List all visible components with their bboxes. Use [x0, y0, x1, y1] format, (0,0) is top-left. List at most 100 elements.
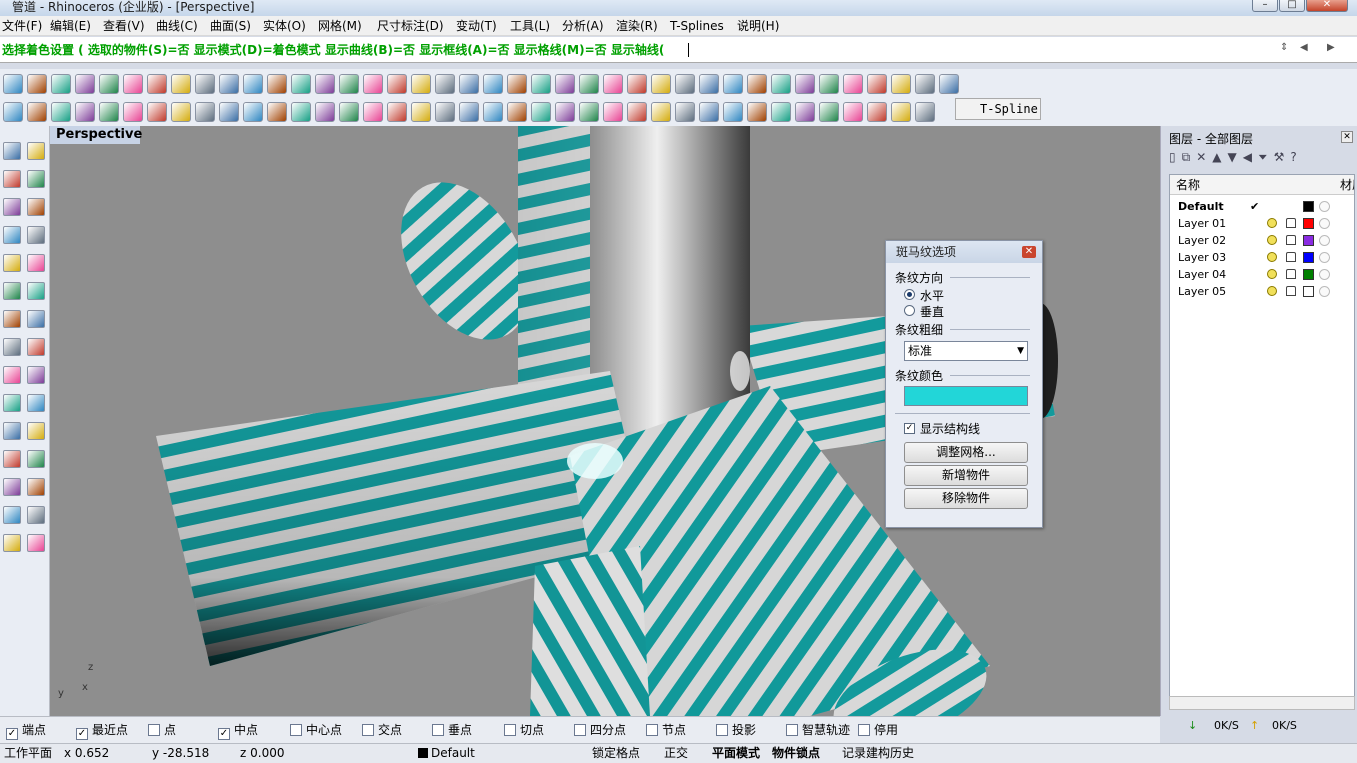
toolbar-tool-icon[interactable]: [603, 102, 623, 122]
filter-icon[interactable]: ⏷: [1258, 150, 1274, 164]
osnap-option[interactable]: 点: [148, 723, 176, 737]
toolbar-tool-icon[interactable]: [867, 102, 887, 122]
grid-snap-toggle[interactable]: 锁定格点: [592, 744, 640, 763]
scroll-left-icon[interactable]: ◀: [1300, 42, 1308, 53]
left-toolbar-tool-icon[interactable]: [27, 394, 45, 412]
unlock-icon[interactable]: [1286, 252, 1296, 262]
column-material[interactable]: 材质: [1340, 175, 1354, 195]
toolbar-tool-icon[interactable]: [675, 102, 695, 122]
tools-icon[interactable]: ⚒: [1274, 150, 1291, 164]
material-icon[interactable]: [1319, 201, 1330, 212]
toolbar-tool-icon[interactable]: [651, 74, 671, 94]
radio-vertical[interactable]: [904, 305, 915, 316]
light-bulb-icon[interactable]: [1267, 218, 1277, 228]
toolbar-tool-icon[interactable]: [603, 74, 623, 94]
osnap-option[interactable]: 智慧轨迹: [786, 723, 850, 737]
toolbar-tool-icon[interactable]: [3, 102, 23, 122]
osnap-checkbox[interactable]: ✓: [218, 728, 230, 740]
left-toolbar-tool-icon[interactable]: [3, 450, 21, 468]
toolbar-tool-icon[interactable]: [75, 102, 95, 122]
toolbar-tool-icon[interactable]: [171, 102, 191, 122]
new-layer-icon[interactable]: ▯: [1169, 150, 1182, 164]
cplane-label[interactable]: 工作平面: [4, 744, 52, 763]
toolbar-tool-icon[interactable]: [51, 102, 71, 122]
toolbar-tool-icon[interactable]: [3, 74, 23, 94]
menu-view[interactable]: 查看(V): [103, 18, 145, 34]
osnap-checkbox[interactable]: [148, 724, 160, 736]
osnap-checkbox[interactable]: [646, 724, 658, 736]
material-icon[interactable]: [1319, 252, 1330, 263]
command-spin-icon[interactable]: ⇕: [1280, 42, 1288, 53]
left-toolbar-tool-icon[interactable]: [3, 478, 21, 496]
toolbar-tool-icon[interactable]: [627, 102, 647, 122]
toolbar-tool-icon[interactable]: [315, 74, 335, 94]
delete-layer-icon[interactable]: ✕: [1196, 150, 1212, 164]
toolbar-tool-icon[interactable]: [531, 74, 551, 94]
toolbar-tool-icon[interactable]: [315, 102, 335, 122]
toolbar-tool-icon[interactable]: [387, 74, 407, 94]
show-structure-checkbox[interactable]: ✓: [904, 423, 915, 434]
new-sublayer-icon[interactable]: ⧉: [1182, 150, 1197, 164]
toolbar-tool-icon[interactable]: [339, 74, 359, 94]
left-toolbar-tool-icon[interactable]: [27, 450, 45, 468]
remove-objects-button[interactable]: 移除物件: [904, 488, 1028, 509]
column-name[interactable]: 名称: [1176, 175, 1200, 195]
toolbar-tool-icon[interactable]: [795, 74, 815, 94]
toolbar-tool-icon[interactable]: [723, 102, 743, 122]
left-toolbar-tool-icon[interactable]: [27, 310, 45, 328]
layer-color-swatch[interactable]: [1303, 286, 1314, 297]
layer-color-swatch[interactable]: [1303, 235, 1314, 246]
osnap-checkbox[interactable]: [362, 724, 374, 736]
toolbar-tool-icon[interactable]: [99, 102, 119, 122]
left-toolbar-tool-icon[interactable]: [27, 422, 45, 440]
toolbar-tool-icon[interactable]: [51, 74, 71, 94]
osnap-checkbox[interactable]: [432, 724, 444, 736]
material-icon[interactable]: [1319, 218, 1330, 229]
toolbar-tool-icon[interactable]: [843, 74, 863, 94]
left-toolbar-tool-icon[interactable]: [3, 394, 21, 412]
toolbar-tool-icon[interactable]: [483, 102, 503, 122]
toolbar-tool-icon[interactable]: [891, 102, 911, 122]
toolbar-tool-icon[interactable]: [507, 102, 527, 122]
toolbar-tool-icon[interactable]: [339, 102, 359, 122]
toolbar-tool-icon[interactable]: [459, 102, 479, 122]
menu-transform[interactable]: 变动(T): [456, 18, 497, 34]
toolbar-tool-icon[interactable]: [27, 74, 47, 94]
layer-row[interactable]: Layer 02: [1170, 232, 1354, 249]
toolbar-tool-icon[interactable]: [507, 74, 527, 94]
toolbar-tool-icon[interactable]: [459, 74, 479, 94]
left-toolbar-tool-icon[interactable]: [3, 366, 21, 384]
osnap-option[interactable]: 投影: [716, 723, 756, 737]
light-bulb-icon[interactable]: [1267, 252, 1277, 262]
left-toolbar-tool-icon[interactable]: [3, 282, 21, 300]
toolbar-tool-icon[interactable]: [363, 102, 383, 122]
unlock-icon[interactable]: [1286, 235, 1296, 245]
toolbar-tool-icon[interactable]: [147, 102, 167, 122]
osnap-checkbox[interactable]: ✓: [6, 728, 18, 740]
layers-horizontal-scrollbar[interactable]: [1169, 696, 1355, 710]
toolbar-tool-icon[interactable]: [219, 74, 239, 94]
toolbar-tool-icon[interactable]: [843, 102, 863, 122]
toolbar-tool-icon[interactable]: [819, 102, 839, 122]
toolbar-tool-icon[interactable]: [435, 74, 455, 94]
panel-close-icon[interactable]: ✕: [1341, 131, 1353, 143]
left-toolbar-tool-icon[interactable]: [3, 506, 21, 524]
current-layer[interactable]: Default: [418, 744, 475, 763]
toolbar-tool-icon[interactable]: [75, 74, 95, 94]
left-toolbar-tool-icon[interactable]: [27, 282, 45, 300]
move-down-icon[interactable]: ▼: [1227, 150, 1242, 164]
left-toolbar-tool-icon[interactable]: [27, 170, 45, 188]
light-bulb-icon[interactable]: [1267, 235, 1277, 245]
left-toolbar-tool-icon[interactable]: [27, 534, 45, 552]
material-icon[interactable]: [1319, 286, 1330, 297]
toolbar-tool-icon[interactable]: [891, 74, 911, 94]
toolbar-tool-icon[interactable]: [411, 74, 431, 94]
add-objects-button[interactable]: 新增物件: [904, 465, 1028, 486]
toolbar-tool-icon[interactable]: [747, 102, 767, 122]
menu-tsplines[interactable]: T-Splines: [670, 18, 724, 34]
dialog-close-icon[interactable]: ✕: [1022, 246, 1036, 258]
layer-row[interactable]: Layer 05: [1170, 283, 1354, 300]
planar-toggle[interactable]: 平面模式: [712, 744, 760, 763]
toolbar-tool-icon[interactable]: [771, 102, 791, 122]
light-bulb-icon[interactable]: [1267, 269, 1277, 279]
